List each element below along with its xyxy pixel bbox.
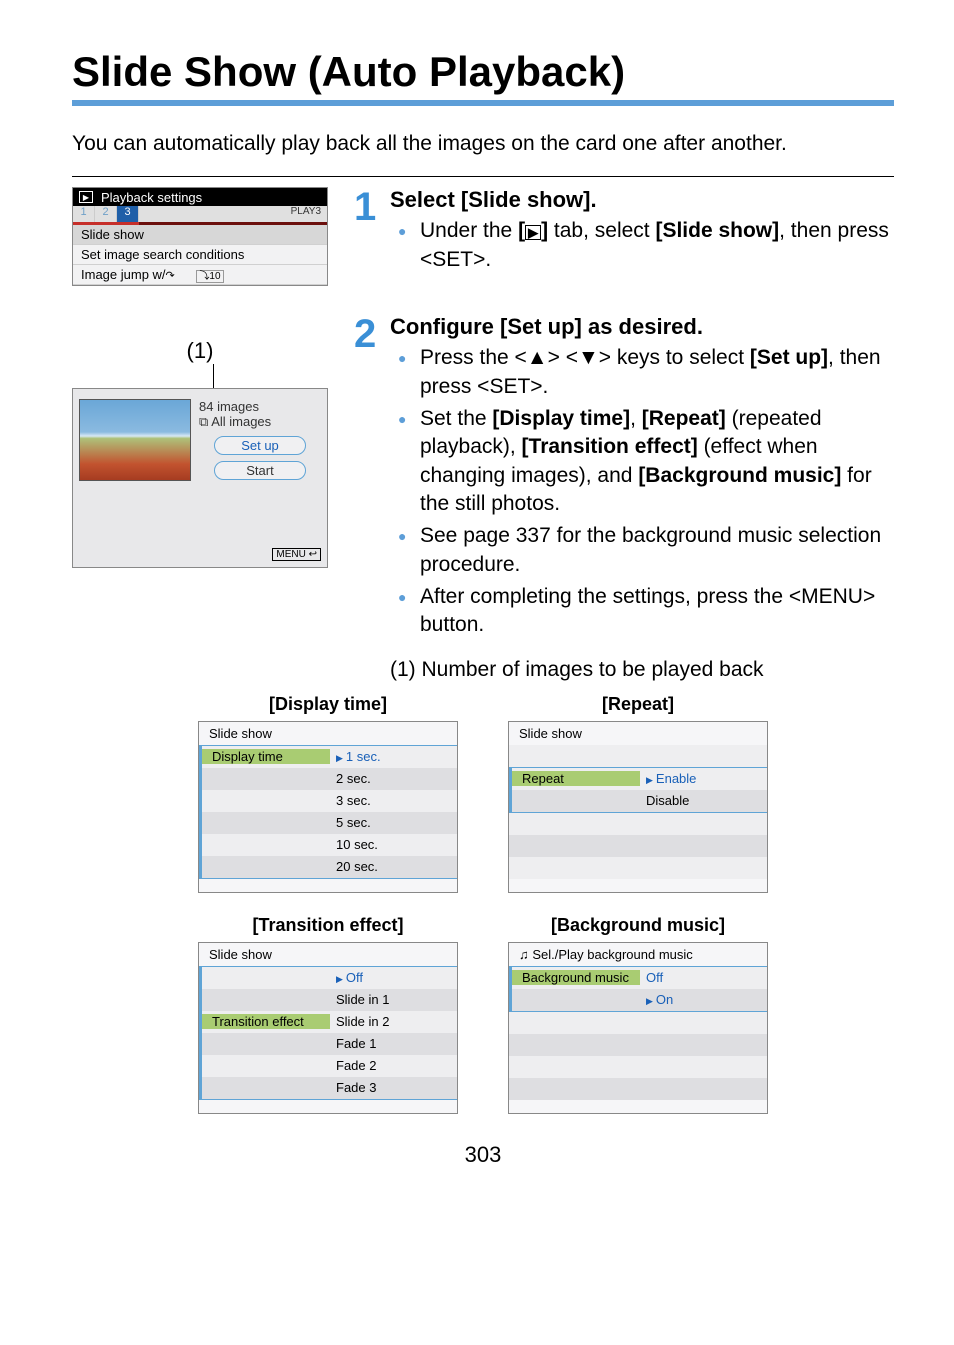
step-1-bullet-1: Under the [▶] tab, select [Slide show], … [390, 217, 894, 274]
repeat-label: Repeat [512, 771, 640, 786]
opt-10sec: 10 sec. [330, 837, 457, 852]
title-rule [72, 100, 894, 106]
playback-icon-inline: ▶ [525, 225, 541, 240]
screenshot-playback-settings: Playback settings 1 2 3 PLAY3 Slide show… [72, 187, 328, 286]
menu-back-button: MENU ↩ [272, 548, 321, 561]
all-images-label: ⧉ All images [199, 414, 321, 430]
dial-icon: ↷ [166, 270, 175, 282]
callout-1-line [213, 364, 214, 388]
intro-text: You can automatically play back all the … [72, 130, 894, 158]
menu-item-slide-show: Slide show [73, 225, 327, 245]
opt-fade1: Fade 1 [330, 1036, 457, 1051]
step-2-heading: Configure [Set up] as desired. [390, 314, 894, 340]
opt-disable: Disable [640, 793, 767, 808]
screenshot-repeat: Slide show RepeatEnable Disable [508, 721, 768, 893]
screenshot-display-time: Slide show Display time1 sec. 2 sec. 3 s… [198, 721, 458, 893]
screenshot-bgm: ♫ Sel./Play background music Background … [508, 942, 768, 1114]
opt-bgm-off: Off [640, 970, 767, 985]
transition-label: Transition effect [202, 1014, 330, 1029]
panel-caption-transition: [Transition effect] [198, 915, 458, 936]
page-title: Slide Show (Auto Playback) [72, 48, 894, 96]
jump-value-icon: ⤵10 [196, 270, 223, 283]
panel-caption-display-time: [Display time] [198, 694, 458, 715]
tab-group-label: PLAY3 [285, 206, 327, 222]
screenshot-slide-show-setup: 84 images ⧉ All images Set up Start MENU… [72, 388, 328, 568]
body-rule [72, 176, 894, 177]
image-count: 84 images [199, 399, 321, 414]
opt-2sec: 2 sec. [330, 771, 457, 786]
playback-settings-title: Playback settings [101, 190, 202, 205]
tab-3: 3 [117, 206, 139, 222]
step-2-bullet-4: After completing the settings, press the… [390, 583, 894, 640]
bgm-label: Background music [512, 970, 640, 985]
step-2-bullet-1: Press the <▲> <▼> keys to select [Set up… [390, 344, 894, 401]
screenshot-transition: Slide show Off Slide in 1 Transition eff… [198, 942, 458, 1114]
panel-title: ♫ Sel./Play background music [509, 943, 767, 966]
display-time-label: Display time [202, 749, 330, 764]
opt-fade2: Fade 2 [330, 1058, 457, 1073]
opt-off: Off [330, 970, 457, 985]
callout-1-label: (1) [72, 338, 328, 364]
step-1-number: 1 [354, 187, 390, 286]
panel-title: Slide show [199, 943, 457, 966]
step-1-heading: Select [Slide show]. [390, 187, 894, 213]
tab-2: 2 [95, 206, 117, 222]
opt-3sec: 3 sec. [330, 793, 457, 808]
opt-bgm-on: On [640, 992, 767, 1007]
menu-item-image-jump: Image jump w/↷ ⤵10 [73, 265, 327, 285]
opt-slidein2: Slide in 2 [330, 1014, 457, 1029]
start-button: Start [214, 461, 306, 480]
panel-caption-repeat: [Repeat] [508, 694, 768, 715]
page-number: 303 [72, 1142, 894, 1168]
callout-1-explanation: (1) Number of images to be played back [390, 658, 894, 682]
opt-slidein1: Slide in 1 [330, 992, 457, 1007]
opt-1sec: 1 sec. [330, 749, 457, 764]
step-2-bullet-3: See page 337 for the background music se… [390, 522, 894, 579]
opt-fade3: Fade 3 [330, 1080, 457, 1095]
panel-title: Slide show [199, 722, 457, 745]
menu-item-search-conditions: Set image search conditions [73, 245, 327, 265]
panel-title: Slide show [509, 722, 767, 745]
step-2-bullet-2: Set the [Display time], [Repeat] (repeat… [390, 405, 894, 518]
playback-tab-icon [79, 191, 93, 203]
opt-enable: Enable [640, 771, 767, 786]
preview-thumbnail [79, 399, 191, 481]
tab-1: 1 [73, 206, 95, 222]
opt-5sec: 5 sec. [330, 815, 457, 830]
step-2-number: 2 [354, 314, 390, 681]
opt-20sec: 20 sec. [330, 859, 457, 874]
panel-caption-bgm: [Background music] [508, 915, 768, 936]
setup-button: Set up [214, 436, 306, 455]
